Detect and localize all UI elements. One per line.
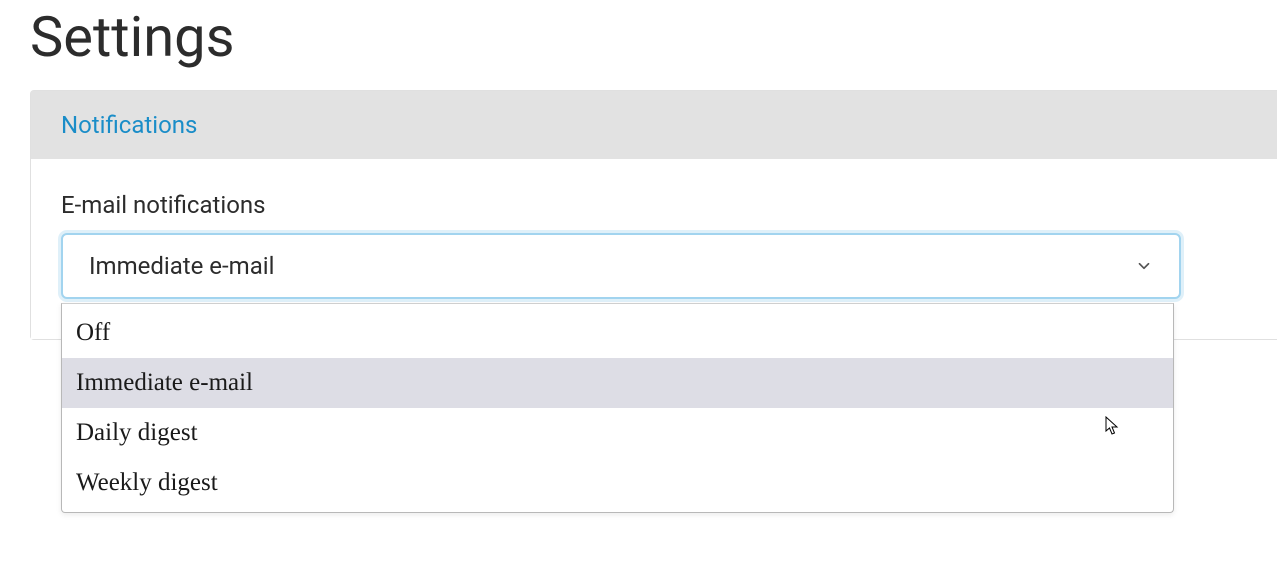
email-notifications-dropdown: Off Immediate e-mail Daily digest Weekly… — [61, 303, 1174, 513]
dropdown-option-immediate[interactable]: Immediate e-mail — [62, 358, 1173, 408]
settings-panel: Notifications E-mail notifications Immed… — [30, 90, 1277, 340]
email-notifications-select-wrapper: Immediate e-mail Off Immediate e-mail Da… — [61, 233, 1181, 299]
select-current-value: Immediate e-mail — [89, 252, 274, 280]
panel-tabs: Notifications — [31, 91, 1277, 159]
dropdown-option-daily[interactable]: Daily digest — [62, 408, 1173, 458]
tab-notifications[interactable]: Notifications — [61, 111, 197, 139]
dropdown-option-off[interactable]: Off — [62, 308, 1173, 358]
chevron-down-icon — [1135, 257, 1153, 275]
dropdown-option-weekly[interactable]: Weekly digest — [62, 458, 1173, 508]
panel-body: E-mail notifications Immediate e-mail Of… — [31, 159, 1277, 339]
email-notifications-select[interactable]: Immediate e-mail — [61, 233, 1181, 299]
email-notifications-label: E-mail notifications — [61, 191, 1247, 219]
page-title: Settings — [0, 0, 1277, 90]
